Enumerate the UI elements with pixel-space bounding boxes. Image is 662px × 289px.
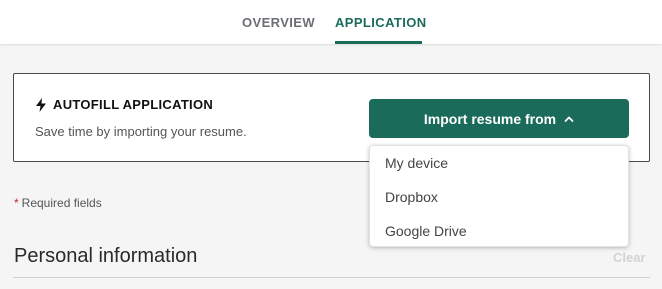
clear-button[interactable]: Clear xyxy=(613,250,646,265)
import-resume-label: Import resume from xyxy=(423,110,557,127)
section-divider xyxy=(13,277,650,278)
dropdown-item-dropbox[interactable]: Dropbox xyxy=(370,180,628,214)
import-resume-button[interactable]: Import resume from xyxy=(369,99,629,138)
tab-overview[interactable]: OVERVIEW xyxy=(242,15,315,30)
section-title: Personal information xyxy=(14,245,198,267)
bolt-icon xyxy=(36,97,46,112)
active-tab-indicator xyxy=(335,41,422,44)
autofill-title-text: AUTOFILL APPLICATION xyxy=(53,97,214,112)
import-source-dropdown: My device Dropbox Google Drive xyxy=(369,145,629,247)
autofill-subtitle: Save time by importing your resume. xyxy=(35,124,247,139)
required-fields-text: Required fields xyxy=(21,196,102,210)
tab-application[interactable]: APPLICATION xyxy=(335,15,427,30)
required-star: * xyxy=(14,196,19,210)
required-fields-note: * Required fields xyxy=(14,196,102,210)
autofill-title: AUTOFILL APPLICATION xyxy=(35,97,213,112)
chevron-up-icon xyxy=(564,116,574,122)
dropdown-item-my-device[interactable]: My device xyxy=(370,146,628,180)
dropdown-item-google-drive[interactable]: Google Drive xyxy=(370,214,628,248)
top-navigation-bar: OVERVIEW APPLICATION xyxy=(0,0,662,44)
